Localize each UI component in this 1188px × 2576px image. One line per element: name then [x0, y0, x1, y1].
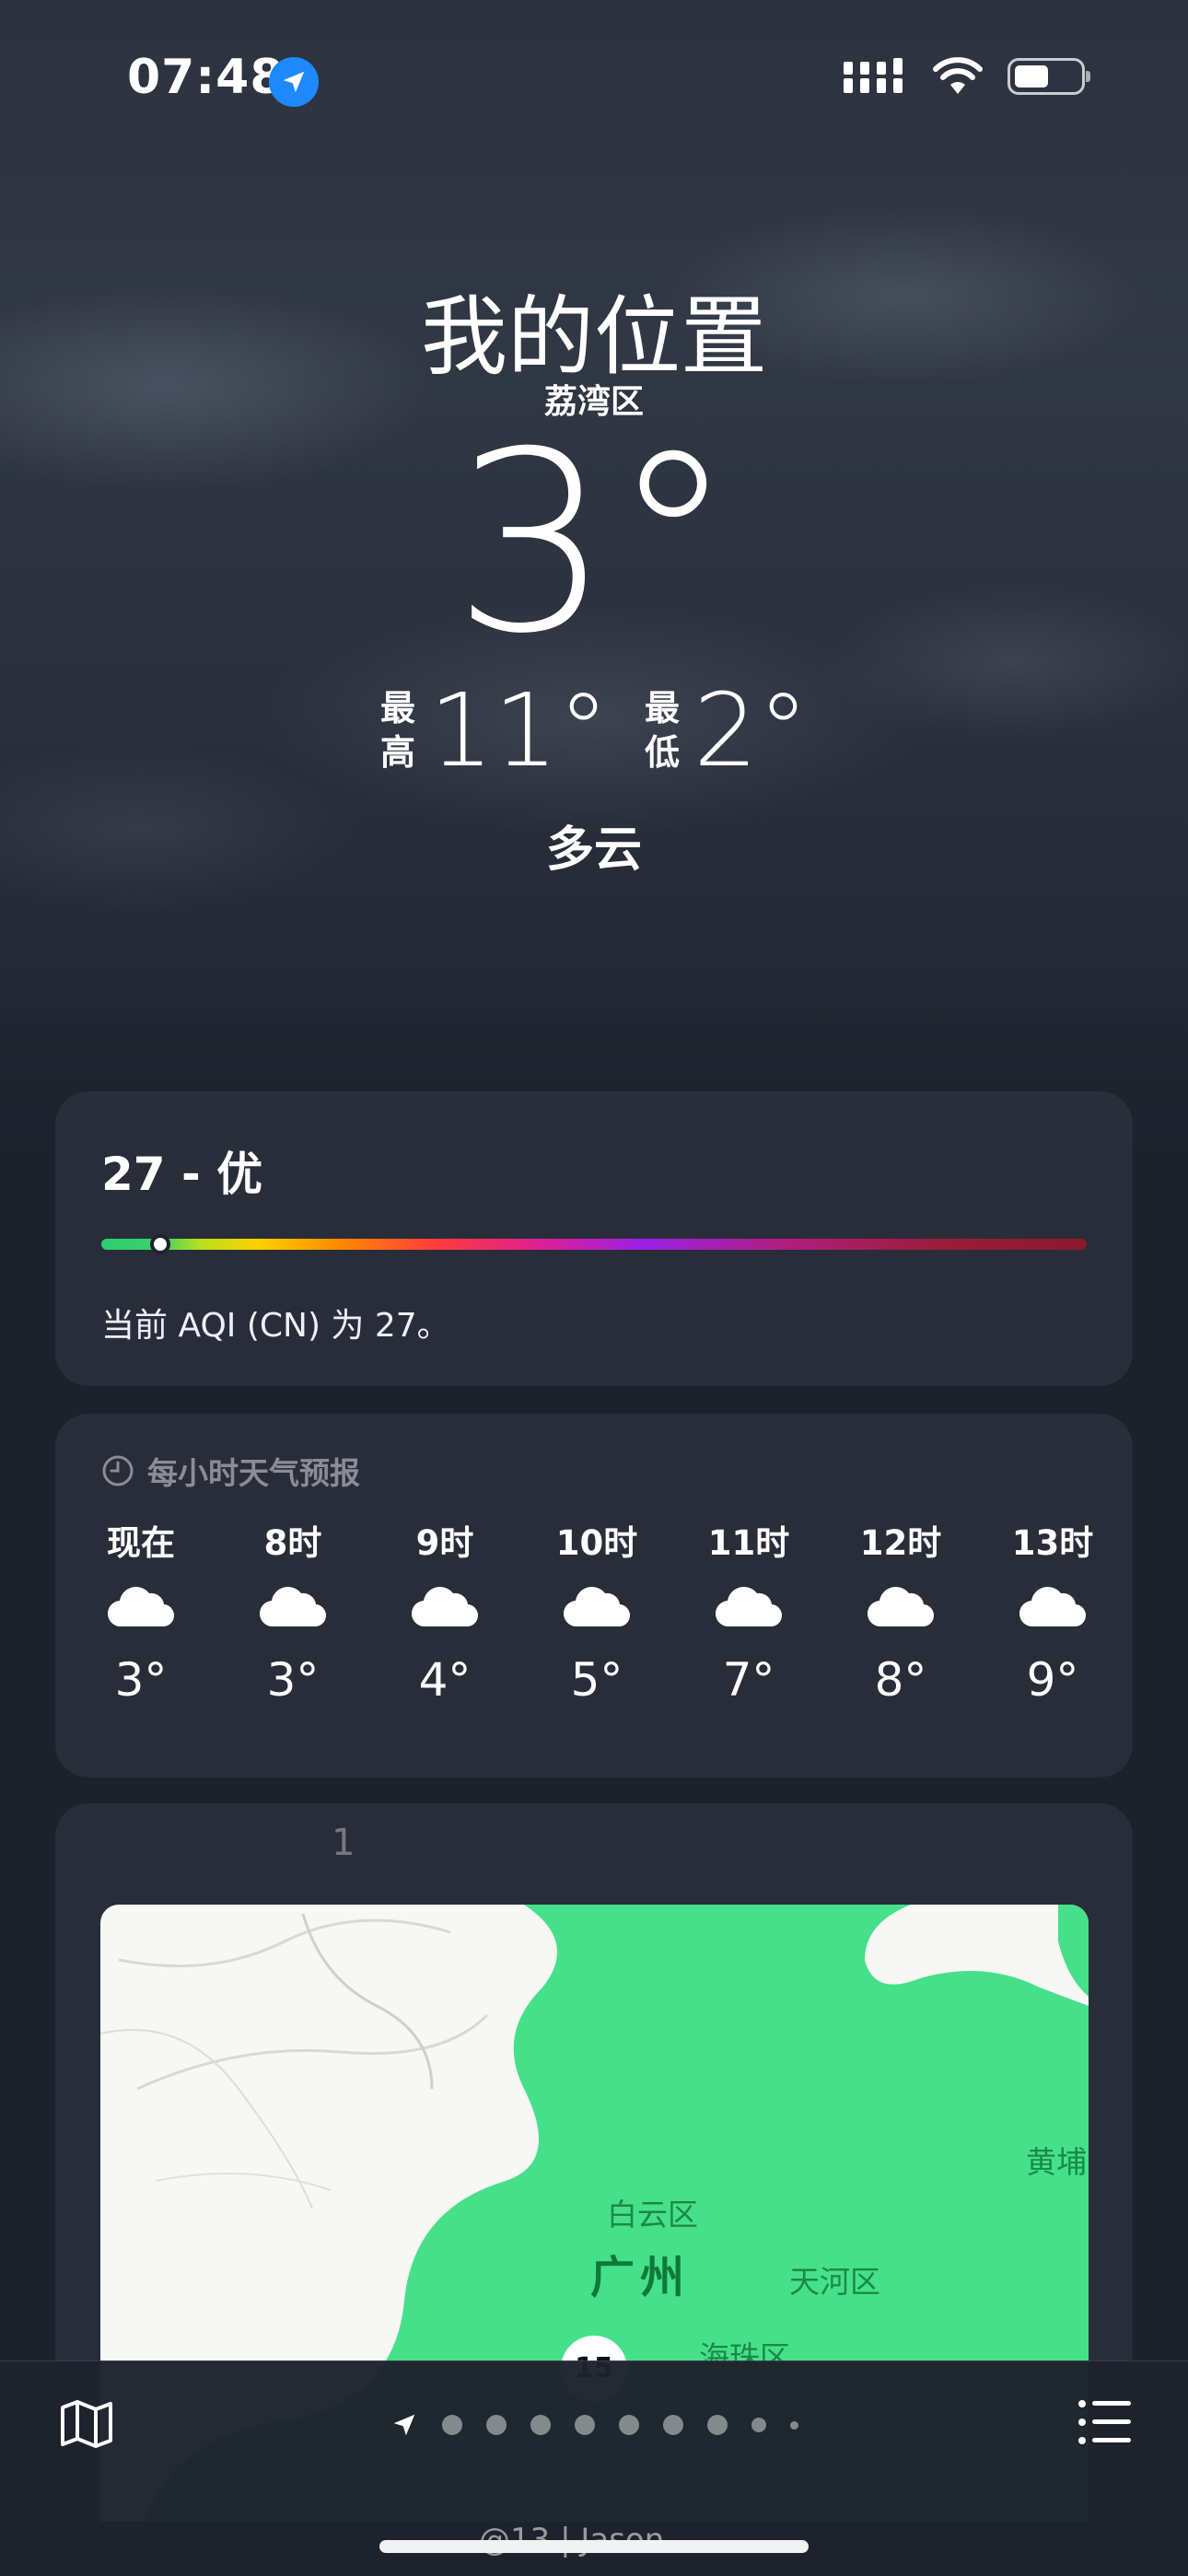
- hour-label: 12时: [859, 1523, 942, 1563]
- hour-item: 12时 8°: [832, 1515, 970, 1707]
- hourly-forecast-title: 每小时天气预报: [147, 1455, 360, 1491]
- location-title: 我的位置: [420, 287, 767, 388]
- hour-label: 13时: [1011, 1523, 1094, 1563]
- high-low-temps: 最高 11° 最低 2°: [0, 680, 1188, 781]
- page-dot[interactable]: [751, 2418, 766, 2432]
- high-temperature: 11°: [429, 671, 609, 789]
- wifi-icon: [933, 57, 983, 94]
- page-indicator[interactable]: [0, 2411, 1188, 2439]
- page-dot[interactable]: [530, 2415, 551, 2435]
- cloud-icon: [376, 1561, 514, 1653]
- aqi-scale-bar: [101, 1234, 1087, 1254]
- status-time: 07:48: [127, 50, 285, 105]
- hourly-forecast-card[interactable]: 每小时天气预报 现在 3° 8时 3° 9时 4° 10时 5° 11时 7°: [55, 1414, 1133, 1778]
- hourly-forecast-header: 每小时天气预报: [101, 1449, 360, 1493]
- current-temperature: 3°: [452, 398, 736, 688]
- cloud-icon: [72, 1561, 210, 1653]
- map-label-huangpu: 黄埔: [1026, 2144, 1087, 2180]
- hourly-row: 现在 3° 8时 3° 9时 4° 10时 5° 11时 7° 12时 8° 1…: [72, 1515, 1122, 1707]
- status-indicators: [844, 57, 1090, 96]
- home-indicator[interactable]: [379, 2540, 809, 2553]
- hour-temperature: 3°: [114, 1653, 168, 1707]
- aqi-description: 当前 AQI (CN) 为 27。: [101, 1307, 450, 1345]
- battery-icon: [1007, 58, 1090, 95]
- page-dot[interactable]: [441, 2415, 462, 2435]
- hour-label: 8时: [263, 1523, 322, 1563]
- page-dot[interactable]: [574, 2415, 595, 2435]
- cloud-icon: [984, 1561, 1122, 1653]
- hour-temperature: 7°: [722, 1653, 775, 1707]
- hour-item: 8时 3°: [224, 1515, 362, 1707]
- location-services-icon: [269, 57, 319, 107]
- map-label-guangzhou: 广州: [590, 2252, 691, 2303]
- map-card-header: 1: [332, 1822, 494, 1864]
- list-icon: [1078, 2400, 1131, 2444]
- cloud-icon: [680, 1561, 818, 1653]
- hour-label: 现在: [107, 1523, 175, 1563]
- cloud-icon: [224, 1561, 362, 1653]
- hour-temperature: 3°: [266, 1653, 320, 1707]
- air-quality-card[interactable]: 27 - 优 当前 AQI (CN) 为 27。: [55, 1091, 1133, 1386]
- low-label: 最低: [644, 688, 680, 773]
- hour-item: 9时 4°: [376, 1515, 514, 1707]
- aqi-indicator: [150, 1234, 171, 1254]
- map-label-tianhe: 天河区: [789, 2264, 880, 2300]
- hour-item: 10时 5°: [528, 1515, 666, 1707]
- high-label: 最高: [379, 688, 415, 773]
- clock-icon: [102, 1455, 134, 1486]
- aqi-value: 27 - 优: [101, 1148, 263, 1201]
- map-label-baiyun: 白云区: [607, 2197, 698, 2232]
- hour-label: 10时: [555, 1523, 638, 1563]
- cloud-icon: [528, 1561, 666, 1653]
- hour-temperature: 5°: [570, 1653, 623, 1707]
- page-dot[interactable]: [485, 2415, 507, 2435]
- hour-label: 11时: [707, 1523, 790, 1563]
- hour-item: 现在 3°: [72, 1515, 210, 1707]
- hour-label: 9时: [415, 1523, 474, 1563]
- page-dot[interactable]: [789, 2420, 798, 2430]
- cellular-signal-icon: [844, 58, 903, 93]
- city-list-button[interactable]: [1077, 2398, 1131, 2446]
- hour-temperature: 4°: [418, 1653, 472, 1707]
- page-dot[interactable]: [618, 2415, 639, 2435]
- page-dot[interactable]: [706, 2415, 728, 2435]
- low-temperature: 2°: [693, 671, 809, 789]
- hour-item: 13时 9°: [984, 1515, 1122, 1707]
- page-dot[interactable]: [662, 2415, 683, 2435]
- hour-item: 11时 7°: [680, 1515, 818, 1707]
- location-arrow-icon: [393, 2414, 414, 2436]
- weather-condition: 多云: [545, 822, 642, 878]
- cloud-icon: [832, 1561, 970, 1653]
- hour-temperature: 9°: [1026, 1653, 1079, 1707]
- hour-temperature: 8°: [874, 1653, 927, 1707]
